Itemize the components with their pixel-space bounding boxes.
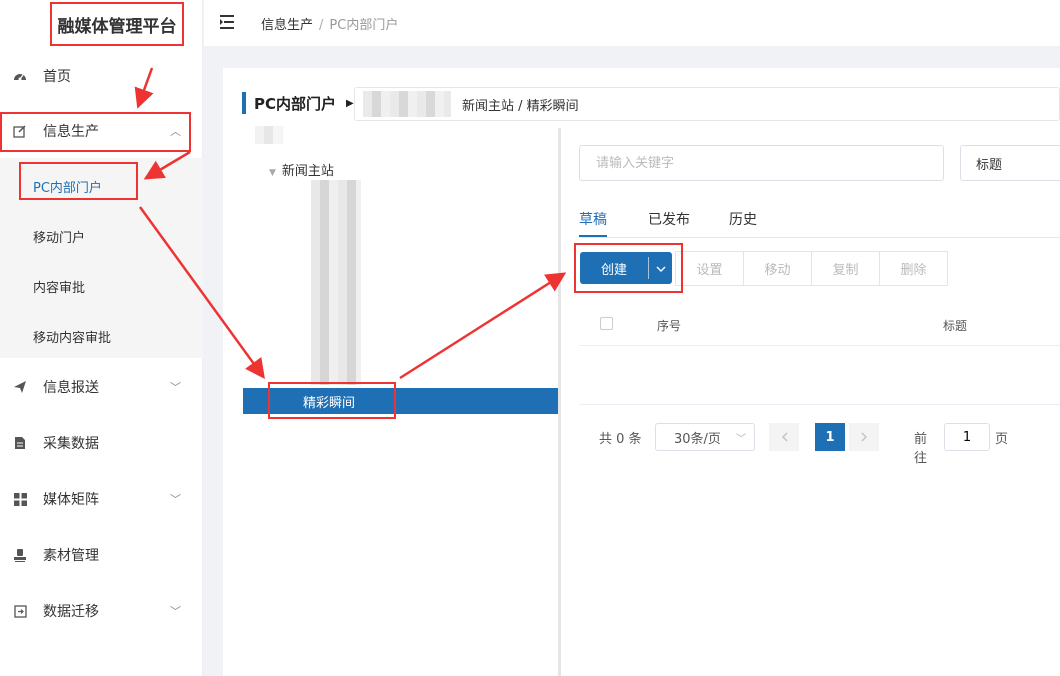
next-page-button[interactable] — [849, 423, 879, 451]
chevron-down-icon[interactable] — [649, 262, 672, 275]
prev-page-button[interactable] — [769, 423, 799, 451]
tree-node-root[interactable]: ▼ 新闻主站 — [269, 160, 334, 179]
sidebar-item-material[interactable]: 素材管理 — [0, 527, 203, 583]
page-size-select[interactable]: 30条/页 ﹀ — [655, 423, 755, 451]
caret-right-icon: ▶ — [346, 97, 354, 109]
migrate-icon — [12, 603, 28, 619]
column-header-title[interactable]: 标题 — [943, 317, 967, 334]
tab-history[interactable]: 历史 — [729, 209, 757, 229]
sidebar-item-label: 信息生产 — [43, 124, 99, 140]
create-button-label: 创建 — [600, 262, 627, 278]
sidebar-item-label: 数据迁移 — [43, 604, 99, 620]
copy-button[interactable]: 复制 — [811, 251, 880, 286]
goto-page-input[interactable] — [944, 423, 990, 451]
tab-published[interactable]: 已发布 — [648, 209, 690, 229]
search-input[interactable] — [579, 145, 944, 181]
chevron-down-icon: ﹀ — [170, 605, 181, 618]
grid-icon — [12, 491, 28, 507]
sidebar-item-home[interactable]: 首页 — [0, 48, 203, 104]
chevron-down-icon: ﹀ — [736, 433, 746, 445]
blurred-region — [311, 180, 361, 385]
toolbar-button-group: 设置 移动 复制 删除 — [675, 251, 948, 286]
page-size-value: 30条/页 — [674, 431, 721, 447]
panel-title: PC内部门户 ▶ — [242, 92, 354, 114]
app-logo-title: 融媒体管理平台 — [50, 2, 184, 46]
chevron-down-icon: ﹀ — [170, 381, 181, 394]
chevron-down-icon: ﹀ — [170, 493, 181, 506]
submenu-item-mobile-approval[interactable]: 移动内容审批 — [0, 311, 203, 361]
chevron-right-icon — [860, 432, 867, 442]
sidebar-item-label: 信息报送 — [43, 380, 99, 396]
breadcrumb: 信息生产 / PC内部门户 — [261, 14, 398, 33]
blurred-region — [255, 126, 283, 144]
page-number-current[interactable]: 1 — [815, 423, 845, 451]
panel-title-text: PC内部门户 — [254, 94, 337, 113]
breadcrumb-current: PC内部门户 — [329, 18, 399, 33]
pagination-total: 共 0 条 — [599, 432, 642, 447]
tab-active-indicator — [579, 235, 607, 237]
submenu-item-content-approval[interactable]: 内容审批 — [0, 261, 203, 311]
move-button[interactable]: 移动 — [743, 251, 812, 286]
sidebar-item-collect-data[interactable]: 采集数据 — [0, 415, 203, 471]
search-field-value: 标题 — [976, 157, 1003, 173]
sidebar-item-label: 媒体矩阵 — [43, 492, 99, 508]
breadcrumb-item[interactable]: 信息生产 — [261, 18, 313, 33]
column-header-index[interactable]: 序号 — [657, 317, 681, 334]
select-all-checkbox[interactable] — [600, 317, 613, 330]
submenu-info-production: PC内部门户 移动门户 内容审批 移动内容审批 — [0, 158, 203, 358]
blurred-region — [363, 91, 451, 117]
top-bar: 信息生产 / PC内部门户 — [204, 0, 1060, 46]
sidebar-item-data-migration[interactable]: 数据迁移 ﹀ — [0, 583, 203, 639]
breadcrumb-separator: / — [319, 18, 324, 33]
caret-down-icon: ▼ — [269, 168, 276, 178]
sidebar-item-info-report[interactable]: 信息报送 ﹀ — [0, 359, 203, 415]
tree-node-label: 新闻主站 — [281, 164, 334, 179]
sidebar-item-label: 素材管理 — [43, 548, 99, 564]
table-header: 序号 标题 — [579, 304, 1060, 346]
stamp-icon — [12, 547, 28, 563]
goto-label: 前往 — [914, 432, 928, 466]
create-button[interactable]: 创建 — [580, 252, 672, 284]
submenu-item-mobile-portal[interactable]: 移动门户 — [0, 211, 203, 261]
send-icon — [12, 379, 28, 395]
settings-button[interactable]: 设置 — [675, 251, 744, 286]
search-field-select[interactable]: 标题 — [960, 145, 1060, 181]
tree-node-selected[interactable]: 精彩瞬间 — [243, 388, 559, 414]
path-text: 新闻主站 / 精彩瞬间 — [462, 98, 579, 114]
chevron-left-icon — [781, 432, 788, 442]
sidebar-item-info-production[interactable]: 信息生产 ︿ — [0, 103, 203, 159]
sidebar-item-media-matrix[interactable]: 媒体矩阵 ﹀ — [0, 471, 203, 527]
splitter[interactable] — [558, 128, 561, 676]
submenu-item-pc-portal[interactable]: PC内部门户 — [0, 161, 203, 211]
table-bottom-border — [579, 404, 1060, 405]
menu-toggle-icon[interactable] — [220, 13, 237, 34]
path-bar: 新闻主站 / 精彩瞬间 — [354, 87, 1060, 121]
delete-button[interactable]: 删除 — [879, 251, 948, 286]
sidebar: 融媒体管理平台 首页 信息生产 ︿ PC内部门户 移动门户 内容审批 移动内容审… — [0, 0, 203, 676]
sidebar-item-label: 采集数据 — [43, 436, 99, 452]
edit-icon — [12, 123, 28, 139]
document-icon — [12, 435, 28, 451]
dashboard-icon — [12, 68, 28, 84]
tab-bar: 草稿 已发布 历史 — [579, 206, 1060, 238]
chevron-up-icon: ︿ — [170, 125, 181, 138]
tab-draft[interactable]: 草稿 — [579, 209, 607, 229]
page-suffix-label: 页 — [995, 432, 1009, 447]
sidebar-item-label: 首页 — [43, 69, 71, 85]
main-panel: PC内部门户 ▶ 新闻主站 / 精彩瞬间 ▼ 新闻主站 精彩瞬间 标题 草稿 已发… — [223, 68, 1060, 676]
